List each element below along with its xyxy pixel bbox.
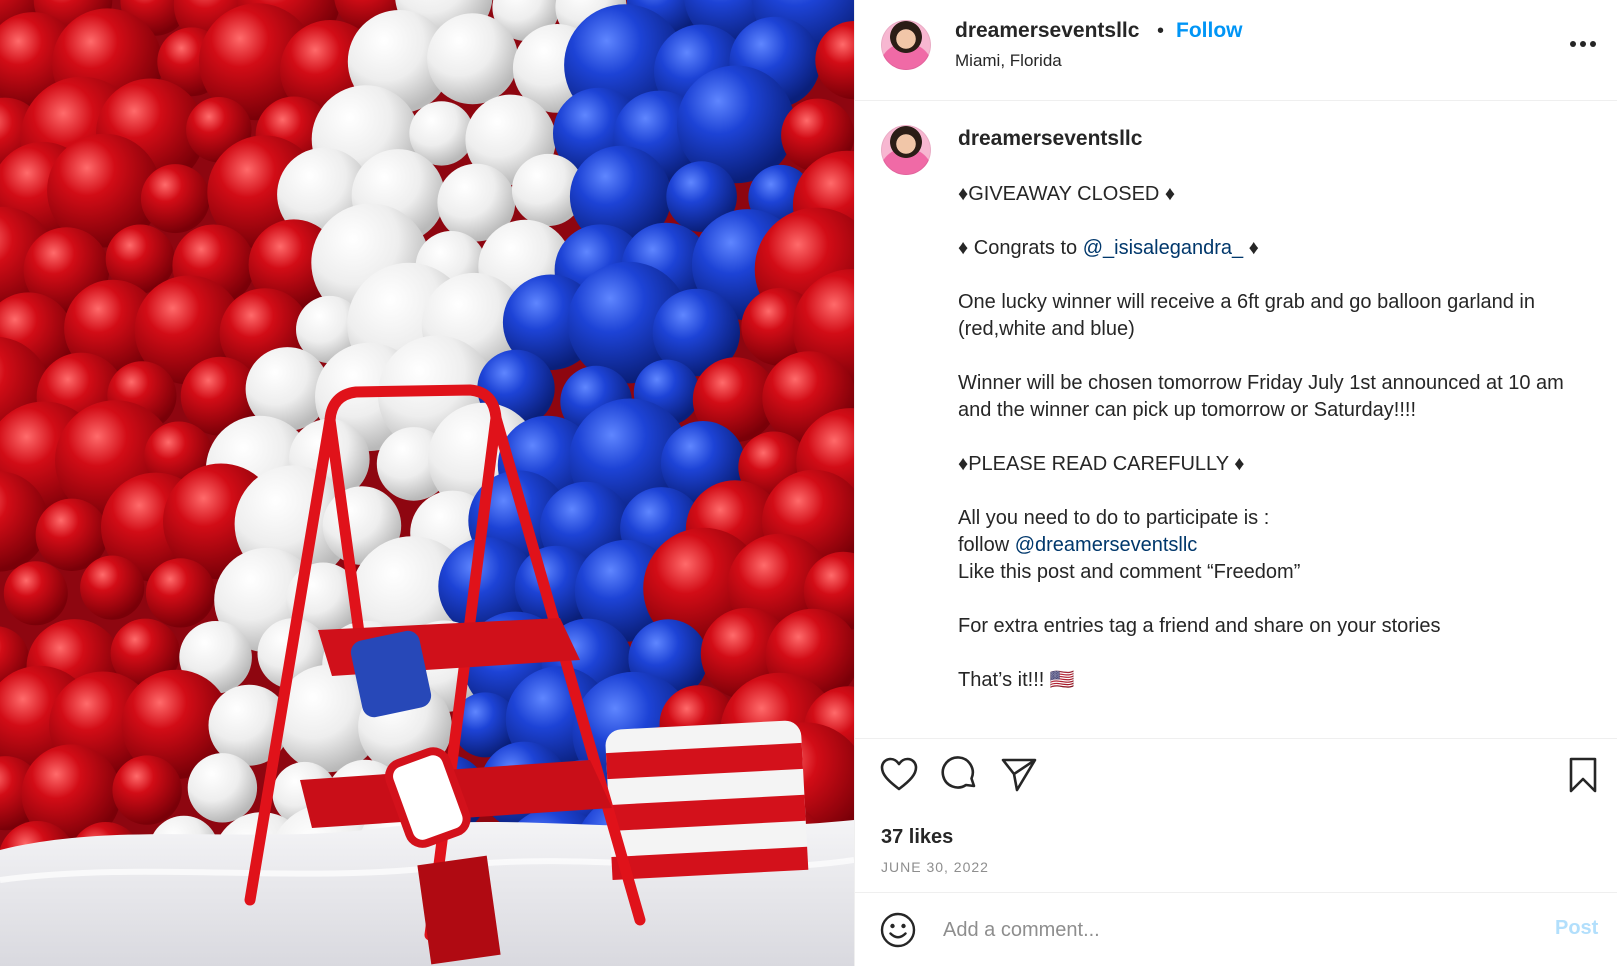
post-comment-button[interactable]: Post xyxy=(1555,917,1598,940)
mention-link[interactable]: @_isisalegandra_ xyxy=(1083,237,1243,259)
follow-button[interactable]: Follow xyxy=(1176,19,1243,43)
header-separator: • xyxy=(1157,20,1165,42)
caption-line: ♦ Congrats to @_isisalegandra_ ♦ xyxy=(958,235,1598,262)
caption-line: All you need to do to participate is : xyxy=(958,507,1270,529)
caption-line: That’s it!!! 🇺🇸 xyxy=(958,669,1075,691)
profile-avatar[interactable] xyxy=(881,20,931,70)
balloon xyxy=(427,13,519,105)
caption-text-fragment: follow xyxy=(958,534,1015,556)
caption-line: Winner will be chosen tomorrow Friday Ju… xyxy=(958,372,1564,421)
likes-count[interactable]: 37 likes xyxy=(881,826,953,849)
caption-text-fragment: ♦ xyxy=(1243,237,1259,259)
caption-username[interactable]: dreamerseventsllc xyxy=(958,127,1142,151)
balloon xyxy=(80,555,145,620)
caption-section: dreamerseventsllc ⠀⠀⠀⠀⠀⠀⠀⠀⠀⠀ ♦GIVEAWAY C… xyxy=(855,101,1617,737)
bookmark-icon[interactable] xyxy=(1563,755,1603,795)
balloon xyxy=(140,164,210,234)
caption-spacer: ⠀⠀⠀⠀⠀⠀⠀⠀⠀⠀ xyxy=(958,643,1108,664)
more-horizontal-icon[interactable] xyxy=(1565,26,1601,62)
emoji-icon[interactable] xyxy=(879,911,917,949)
post-location[interactable]: Miami, Florida xyxy=(955,51,1062,71)
caption-line: For extra entries tag a friend and share… xyxy=(958,615,1441,637)
post-image[interactable] xyxy=(0,0,854,966)
caption-line: Like this post and comment “Freedom” xyxy=(958,561,1301,583)
comment-icon[interactable] xyxy=(939,755,979,795)
balloon xyxy=(112,755,182,825)
caption-line: One lucky winner will receive a 6ft grab… xyxy=(958,291,1536,340)
caption-spacer: ⠀⠀⠀⠀⠀⠀⠀⠀⠀⠀ xyxy=(958,265,1108,286)
caption-line: ♦GIVEAWAY CLOSED ♦ xyxy=(958,183,1176,205)
caption-spacer: ⠀⠀⠀⠀⠀⠀⠀⠀⠀⠀ xyxy=(958,589,1108,610)
caption-spacer: ⠀⠀⠀⠀⠀⠀⠀⠀⠀⠀ xyxy=(958,211,1108,232)
caption-line: ♦PLEASE READ CAREFULLY ♦ xyxy=(958,453,1245,475)
post-date: JUNE 30, 2022 xyxy=(881,859,989,875)
caption-spacer: ⠀⠀⠀⠀⠀⠀⠀⠀⠀⠀ xyxy=(958,481,1108,502)
mention-link[interactable]: @dreamerseventsllc xyxy=(1015,534,1198,556)
caption-username-suffix: ⠀⠀⠀⠀⠀⠀⠀⠀⠀⠀ xyxy=(1157,128,1307,149)
caption-avatar[interactable] xyxy=(881,125,931,175)
post-actions: 37 likes JUNE 30, 2022 xyxy=(855,738,1617,899)
heart-icon[interactable] xyxy=(879,755,919,795)
caption-text-fragment: ♦ Congrats to xyxy=(958,237,1083,259)
caption-text: ♦GIVEAWAY CLOSED ♦ ⠀⠀⠀⠀⠀⠀⠀⠀⠀⠀ ♦ Congrats… xyxy=(958,181,1598,721)
balloon-backdrop-illustration xyxy=(0,0,854,966)
send-icon[interactable] xyxy=(999,755,1039,795)
caption-spacer: ⠀⠀⠀⠀⠀⠀⠀⠀⠀⠀ xyxy=(958,427,1108,448)
caption-line: follow @dreamerseventsllc xyxy=(958,532,1598,559)
caption-spacer: ⠀⠀⠀⠀⠀⠀⠀⠀⠀⠀ xyxy=(958,346,1108,367)
caption-spacer: ⠀⠀⠀⠀⠀⠀⠀⠀⠀⠀ xyxy=(958,697,1108,718)
balloon xyxy=(145,558,216,628)
comment-input[interactable] xyxy=(941,911,1505,949)
balloon xyxy=(187,753,258,823)
balloon xyxy=(3,561,68,626)
post-details-panel: dreamerseventsllc • Follow Miami, Florid… xyxy=(854,0,1617,966)
header-username[interactable]: dreamerseventsllc xyxy=(955,19,1139,43)
comment-bar: Post xyxy=(855,892,1617,967)
post-header: dreamerseventsllc • Follow Miami, Florid… xyxy=(855,0,1617,101)
